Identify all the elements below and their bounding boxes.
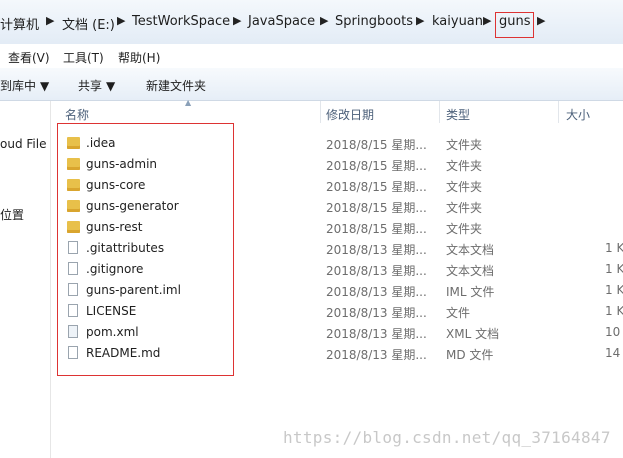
- file-type: XML 文档: [446, 327, 500, 341]
- menu-tools[interactable]: 工具(T): [63, 49, 104, 66]
- highlight-box: [495, 12, 534, 38]
- include-in-library-button[interactable]: 到库中 ▼: [0, 77, 49, 94]
- breadcrumb-drive[interactable]: 文档 (E:): [62, 14, 115, 33]
- pane-divider[interactable]: [50, 101, 51, 458]
- file-modified: 2018/8/13 星期...: [326, 327, 427, 341]
- column-header-row: 名称 ▲ 修改日期 类型 大小: [56, 98, 623, 123]
- file-type: 文件夹: [446, 201, 483, 215]
- share-button[interactable]: 共享 ▼: [78, 77, 115, 94]
- file-modified: 2018/8/13 星期...: [326, 264, 427, 278]
- file-type: 文件夹: [446, 222, 483, 236]
- breadcrumb-javaspace[interactable]: JavaSpace: [248, 14, 315, 29]
- column-header-name[interactable]: 名称: [65, 106, 89, 123]
- highlight-box: [57, 123, 234, 376]
- chevron-right-icon[interactable]: ▶: [483, 14, 491, 27]
- file-size: 1 K: [605, 304, 623, 318]
- breadcrumb-kaiyuan[interactable]: kaiyuan: [432, 14, 483, 29]
- breadcrumb-testworkspace[interactable]: TestWorkSpace: [132, 14, 230, 29]
- column-divider[interactable]: [558, 101, 559, 123]
- column-header-modified[interactable]: 修改日期: [326, 106, 374, 123]
- file-type: MD 文件: [446, 348, 494, 362]
- file-type: 文件夹: [446, 159, 483, 173]
- chevron-right-icon[interactable]: ▶: [117, 14, 125, 27]
- sort-ascending-icon: ▲: [185, 98, 192, 107]
- chevron-down-icon: ▼: [40, 79, 50, 93]
- file-type: 文本文档: [446, 243, 495, 257]
- file-modified: 2018/8/13 星期...: [326, 348, 427, 362]
- breadcrumb-springboots[interactable]: Springboots: [335, 14, 413, 29]
- file-type: IML 文件: [446, 285, 495, 299]
- column-header-type[interactable]: 类型: [446, 106, 470, 123]
- chevron-right-icon[interactable]: ▶: [537, 14, 545, 27]
- new-folder-button[interactable]: 新建文件夹: [146, 77, 206, 94]
- chevron-down-icon: ▼: [106, 79, 116, 93]
- menu-help[interactable]: 帮助(H): [118, 49, 160, 66]
- command-bar: 到库中 ▼ 共享 ▼ 新建文件夹: [0, 68, 623, 101]
- file-modified: 2018/8/15 星期...: [326, 201, 427, 215]
- file-modified: 2018/8/15 星期...: [326, 159, 427, 173]
- breadcrumb-computer[interactable]: 计算机: [0, 14, 39, 33]
- file-modified: 2018/8/13 星期...: [326, 243, 427, 257]
- column-divider[interactable]: [320, 101, 321, 123]
- file-modified: 2018/8/15 星期...: [326, 138, 427, 152]
- chevron-right-icon[interactable]: ▶: [320, 14, 328, 27]
- file-type: 文件夹: [446, 180, 483, 194]
- column-divider[interactable]: [439, 101, 440, 123]
- file-type: 文件: [446, 306, 471, 320]
- file-size: 1 K: [605, 241, 623, 255]
- file-size: 14 K: [605, 346, 623, 360]
- column-header-size[interactable]: 大小: [566, 106, 590, 123]
- file-modified: 2018/8/15 星期...: [326, 180, 427, 194]
- chevron-right-icon[interactable]: ▶: [46, 14, 54, 27]
- file-modified: 2018/8/13 星期...: [326, 285, 427, 299]
- file-modified: 2018/8/15 星期...: [326, 222, 427, 236]
- menu-view[interactable]: 查看(V): [8, 49, 50, 66]
- navigation-pane: oud File 位置: [0, 101, 50, 458]
- nav-item-cloud-files[interactable]: oud File: [0, 137, 46, 151]
- file-type: 文本文档: [446, 264, 495, 278]
- file-type: 文件夹: [446, 138, 483, 152]
- file-modified: 2018/8/13 星期...: [326, 306, 427, 320]
- file-size: 1 K: [605, 283, 623, 297]
- watermark: https://blog.csdn.net/qq_37164847: [283, 428, 611, 447]
- address-bar[interactable]: 计算机 ▶ 文档 (E:) ▶ TestWorkSpace ▶ JavaSpac…: [0, 0, 623, 45]
- nav-item-location[interactable]: 位置: [0, 206, 24, 223]
- file-size: 1 K: [605, 262, 623, 276]
- file-size: 10 K: [605, 325, 623, 339]
- chevron-right-icon[interactable]: ▶: [233, 14, 241, 27]
- menu-bar: 查看(V) 工具(T) 帮助(H): [0, 44, 623, 69]
- chevron-right-icon[interactable]: ▶: [416, 14, 424, 27]
